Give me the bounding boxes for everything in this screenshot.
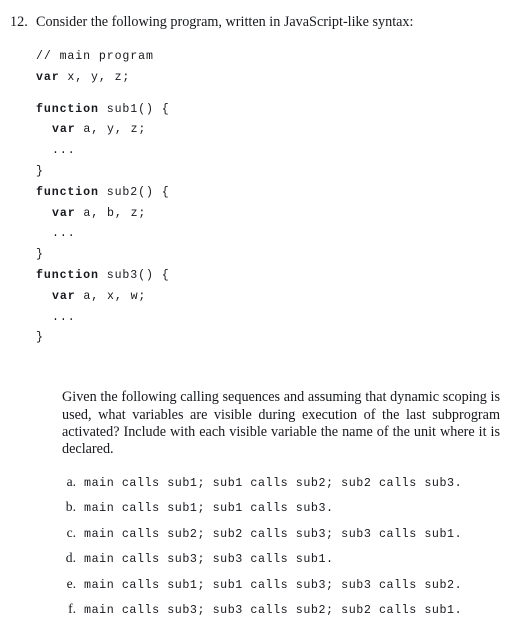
code-text: a, b, z; (75, 206, 147, 220)
list-item-marker: d. (65, 550, 76, 566)
list-item: e. main calls sub1; sub1 calls sub3; sub3… (62, 575, 484, 594)
code-keyword: function (36, 268, 99, 282)
code-text: a, y, z; (75, 123, 147, 137)
list-item-marker: e. (66, 575, 76, 591)
exercise-body: Consider the following program, written … (36, 14, 500, 626)
code-keyword: var (52, 206, 76, 220)
code-text: } (36, 248, 44, 262)
code-text: ... (52, 144, 76, 158)
list-item: b. main calls sub1; sub1 calls sub3. (62, 498, 484, 517)
list-item-marker: f. (68, 601, 76, 617)
code-keyword: function (36, 185, 99, 199)
code-text: ... (52, 310, 76, 324)
exercise-number: 12. (10, 14, 28, 30)
list-item-text: main calls sub1; sub1 calls sub3; sub3 c… (84, 577, 463, 592)
list-item-text: main calls sub3; sub3 calls sub1. (84, 552, 334, 567)
list-item: c. main calls sub2; sub2 calls sub3; sub3… (62, 524, 484, 543)
code-keyword: function (36, 102, 99, 116)
code-line: var a, x, w; (36, 287, 484, 308)
code-line: } (36, 328, 484, 349)
list-item-text: main calls sub1; sub1 calls sub3. (84, 501, 334, 516)
code-line: ... (36, 308, 484, 329)
code-line: var a, b, z; (36, 204, 484, 225)
code-line: function sub3() { (36, 266, 484, 287)
code-line: } (36, 245, 484, 266)
list-item-text: main calls sub3; sub3 calls sub2; sub2 c… (84, 603, 463, 618)
code-text: x, y, z; (59, 70, 131, 84)
list-item: d. main calls sub3; sub3 calls sub1. (62, 549, 484, 568)
code-text: } (36, 164, 44, 178)
code-text: ... (52, 227, 76, 241)
exercise-block: 12. Consider the following program, writ… (10, 14, 500, 626)
code-text: } (36, 331, 44, 345)
code-keyword: var (52, 123, 76, 137)
code-text: // main program (36, 50, 154, 63)
code-line: var x, y, z; (36, 68, 484, 89)
code-text: a, x, w; (75, 289, 147, 303)
list-item-text: main calls sub2; sub2 calls sub3; sub3 c… (84, 526, 463, 541)
code-text: sub3() { (98, 268, 170, 282)
code-text: sub1() { (98, 102, 170, 116)
code-line: ... (36, 141, 484, 162)
code-listing: // main program var x, y, z; function sub1… (36, 47, 484, 349)
code-line: ... (36, 224, 484, 245)
code-line: // main program (36, 47, 484, 68)
code-line: function sub1() { (36, 100, 484, 121)
code-line: function sub2() { (36, 183, 484, 204)
document-page: 12. Consider the following program, writ… (0, 0, 524, 627)
list-item: f. main calls sub3; sub3 calls sub2; sub2… (62, 600, 484, 619)
list-item-marker: a. (66, 473, 76, 489)
code-line: var a, y, z; (36, 120, 484, 141)
code-text: sub2() { (98, 185, 170, 199)
code-keyword: var (36, 70, 60, 84)
list-item: a. main calls sub1; sub1 calls sub2; sub2… (62, 473, 484, 492)
list-item-marker: b. (65, 499, 76, 515)
code-keyword: var (52, 289, 76, 303)
exercise-stem: Consider the following program, written … (36, 14, 414, 30)
list-item-text: main calls sub1; sub1 calls sub2; sub2 c… (84, 475, 463, 490)
calling-sequence-list: a. main calls sub1; sub1 calls sub2; sub2… (62, 473, 484, 620)
code-line: } (36, 162, 484, 183)
exercise-prompt: Given the following calling sequences an… (62, 389, 500, 458)
list-item-marker: c. (66, 524, 76, 540)
